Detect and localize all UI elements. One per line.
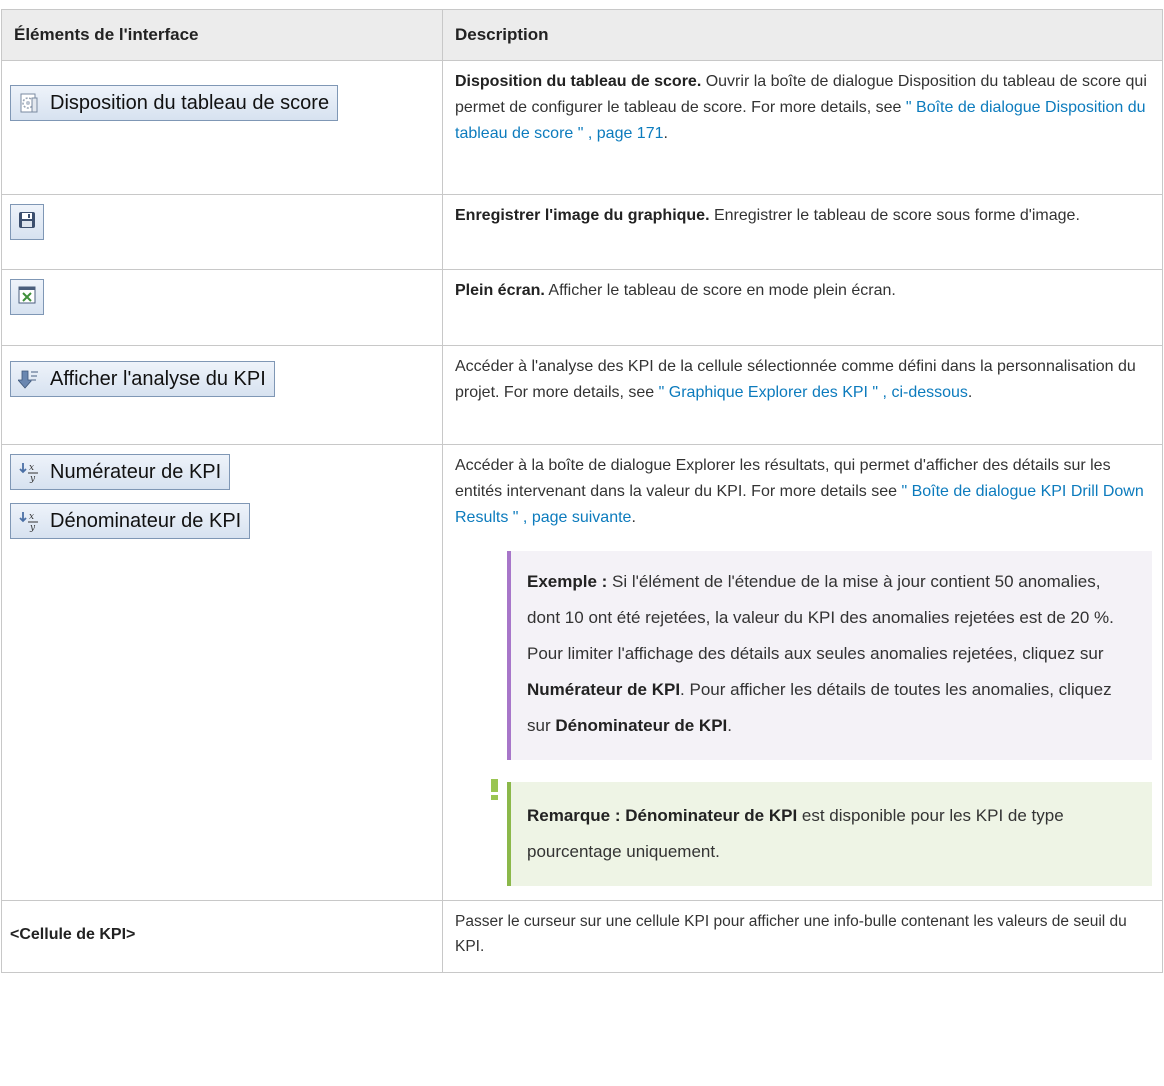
kpi-numerator-button[interactable]: xy Numérateur de KPI <box>10 454 231 490</box>
link-kpi-explorer-graph[interactable]: " Graphique Explorer des KPI " , ci-dess… <box>659 384 968 401</box>
kpi-analysis-button[interactable]: Afficher l'analyse du KPI <box>10 361 275 397</box>
fx-icon: xy <box>18 461 40 483</box>
table-header-row: Éléments de l'interface Description <box>1 9 1163 61</box>
scorecard-layout-label: Disposition du tableau de score <box>50 91 330 114</box>
column-header-description: Description <box>442 9 1163 61</box>
fullscreen-button[interactable] <box>10 279 44 315</box>
kpi-denominator-button[interactable]: xy Dénominateur de KPI <box>10 503 251 539</box>
save-image-button[interactable] <box>10 204 44 240</box>
kpi-analysis-label: Afficher l'analyse du KPI <box>50 367 266 390</box>
fullscreen-icon <box>17 285 37 310</box>
table-row-layout: Disposition du tableau de score Disposit… <box>1 60 1163 195</box>
column-header-ui-elements: Éléments de l'interface <box>1 9 443 61</box>
kpi-cell-label: <Cellule de KPI> <box>10 926 136 943</box>
exclamation-icon <box>489 779 501 810</box>
ui-elements-table: Éléments de l'interface Description Disp… <box>1 9 1163 973</box>
note-box: Remarque : Dénominateur de KPI est dispo… <box>507 782 1152 886</box>
svg-text:x: x <box>29 463 34 473</box>
table-row-numerator-denominator: xy Numérateur de KPI xy Dénominateur de … <box>1 444 1163 901</box>
svg-text:x: x <box>29 512 34 522</box>
table-row-kpi-cell: <Cellule de KPI> Passer le curseur sur u… <box>1 900 1163 973</box>
svg-text:y: y <box>29 474 36 483</box>
table-row-fullscreen: Plein écran. Afficher le tableau de scor… <box>1 269 1163 346</box>
description-fullscreen: Plein écran. Afficher le tableau de scor… <box>442 269 1163 346</box>
table-row-analysis: Afficher l'analyse du KPI Accéder à l'an… <box>1 345 1163 445</box>
svg-text:y: y <box>29 523 36 532</box>
scorecard-layout-icon <box>18 92 40 114</box>
save-icon <box>17 210 37 235</box>
fx-icon: xy <box>18 510 40 532</box>
kpi-numerator-label: Numérateur de KPI <box>50 460 222 483</box>
scorecard-layout-button[interactable]: Disposition du tableau de score <box>10 85 339 121</box>
description-analysis: Accéder à l'analyse des KPI de la cellul… <box>442 345 1163 445</box>
description-save: Enregistrer l'image du graphique. Enregi… <box>442 194 1163 270</box>
drill-down-icon <box>18 368 40 390</box>
kpi-denominator-label: Dénominateur de KPI <box>50 509 242 532</box>
table-row-save: Enregistrer l'image du graphique. Enregi… <box>1 194 1163 270</box>
description-numerator-denominator: Accéder à la boîte de dialogue Explorer … <box>442 444 1163 901</box>
description-layout: Disposition du tableau de score. Ouvrir … <box>442 60 1163 195</box>
description-kpi-cell: Passer le curseur sur une cellule KPI po… <box>442 900 1163 973</box>
example-box: Exemple : Si l'élément de l'étendue de l… <box>507 551 1152 760</box>
